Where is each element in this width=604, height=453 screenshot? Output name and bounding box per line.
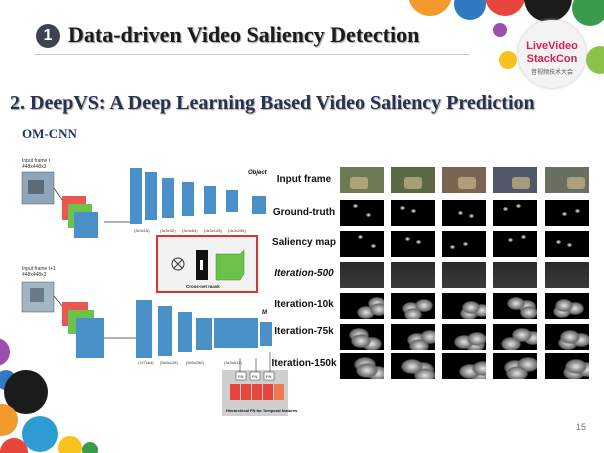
grid-cell-r1-c4 bbox=[545, 200, 589, 226]
grid-cell-r0-c2 bbox=[442, 167, 486, 193]
fn-node-1: FN bbox=[238, 374, 243, 379]
crossnet-label: Cross-net mask bbox=[186, 284, 220, 289]
motion-subnet-convs bbox=[136, 300, 272, 358]
grid-cell-r2-c0 bbox=[340, 231, 384, 257]
conv-bottom-2: (5x5x128) bbox=[160, 360, 178, 365]
grid-cell-r2-c3 bbox=[493, 231, 537, 257]
grid-cell-r0-c4 bbox=[545, 167, 589, 193]
conv-bottom-1: (7x7x64) bbox=[138, 360, 154, 365]
grid-cell-r4-c3 bbox=[493, 293, 537, 319]
grid-cell-r6-c4 bbox=[545, 353, 589, 379]
row-label-iteration-500: Iteration-500 bbox=[274, 268, 334, 279]
grid-cell-r3-c1 bbox=[391, 262, 435, 288]
grid-cell-r6-c0 bbox=[340, 353, 384, 379]
input-t-size: 448x448x3 bbox=[22, 164, 47, 170]
grid-cell-r1-c0 bbox=[340, 200, 384, 226]
grid-cell-r4-c2 bbox=[442, 293, 486, 319]
row-label-ground-truth: Ground-truth bbox=[272, 207, 336, 218]
feature-blue-t bbox=[74, 212, 98, 238]
row-label-iteration-10k: Iteration-10k bbox=[274, 299, 334, 310]
conv-top-3: (3x3x64) bbox=[182, 228, 198, 233]
grid-cell-r1-c3 bbox=[493, 200, 537, 226]
fn-red-blocks bbox=[230, 384, 284, 400]
grid-cell-r3-c2 bbox=[442, 262, 486, 288]
row-label-input-frame: Input frame bbox=[276, 174, 332, 185]
grid-cell-r0-c0 bbox=[340, 167, 384, 193]
row-label-saliency-map: Saliency map bbox=[272, 237, 336, 248]
grid-cell-r6-c1 bbox=[391, 353, 435, 379]
grid-cell-r0-c3 bbox=[493, 167, 537, 193]
conv-top-5: (3x3x256) bbox=[228, 228, 246, 233]
fn-node-3: FN bbox=[266, 374, 271, 379]
grid-cell-r1-c1 bbox=[391, 200, 435, 226]
motion-label: M bbox=[262, 310, 268, 316]
conv-top-2: (3x3x32) bbox=[160, 228, 176, 233]
grid-cell-r3-c3 bbox=[493, 262, 537, 288]
grid-cell-r3-c4 bbox=[545, 262, 589, 288]
grid-cell-r5-c3 bbox=[493, 324, 537, 350]
row-label-iteration-75k: Iteration-75k bbox=[274, 326, 334, 337]
grid-cell-r5-c4 bbox=[545, 324, 589, 350]
feature-blue-t1 bbox=[76, 318, 104, 358]
row-label-iteration-150k: Iteration-150k bbox=[271, 358, 337, 369]
grid-cell-r5-c1 bbox=[391, 324, 435, 350]
grid-cell-r3-c0 bbox=[340, 262, 384, 288]
conv-top-4: (3x3x128) bbox=[204, 228, 222, 233]
grid-cell-r4-c1 bbox=[391, 293, 435, 319]
fn-nodes: FN FN FN bbox=[235, 371, 275, 381]
fn-label: Hierarchical FN for Temporal features bbox=[226, 408, 298, 413]
conv-top-1: (3x3x16) bbox=[134, 228, 150, 233]
grid-cell-r6-c2 bbox=[442, 353, 486, 379]
grid-cell-r0-c1 bbox=[391, 167, 435, 193]
grid-cell-r4-c4 bbox=[545, 293, 589, 319]
grid-cell-r4-c0 bbox=[340, 293, 384, 319]
conv-bottom-3: (5x5x256) bbox=[186, 360, 204, 365]
input-t1-size: 448x448x3 bbox=[22, 272, 47, 278]
grid-cell-r5-c2 bbox=[442, 324, 486, 350]
conv-bottom-4: (3x3x512) bbox=[224, 360, 242, 365]
grid-cell-r6-c3 bbox=[493, 353, 537, 379]
grid-cell-r2-c2 bbox=[442, 231, 486, 257]
grid-cell-r2-c4 bbox=[545, 231, 589, 257]
mask-green-cube bbox=[215, 249, 245, 281]
grid-cell-r2-c1 bbox=[391, 231, 435, 257]
page-number: 15 bbox=[576, 422, 587, 432]
grid-cell-r5-c0 bbox=[340, 324, 384, 350]
architecture-diagram: Input frame t 448x448x3 Input frame t+1 … bbox=[21, 158, 298, 416]
object-subnet-convs bbox=[130, 168, 266, 224]
grid-cell-r1-c2 bbox=[442, 200, 486, 226]
fn-node-2: FN bbox=[252, 374, 257, 379]
